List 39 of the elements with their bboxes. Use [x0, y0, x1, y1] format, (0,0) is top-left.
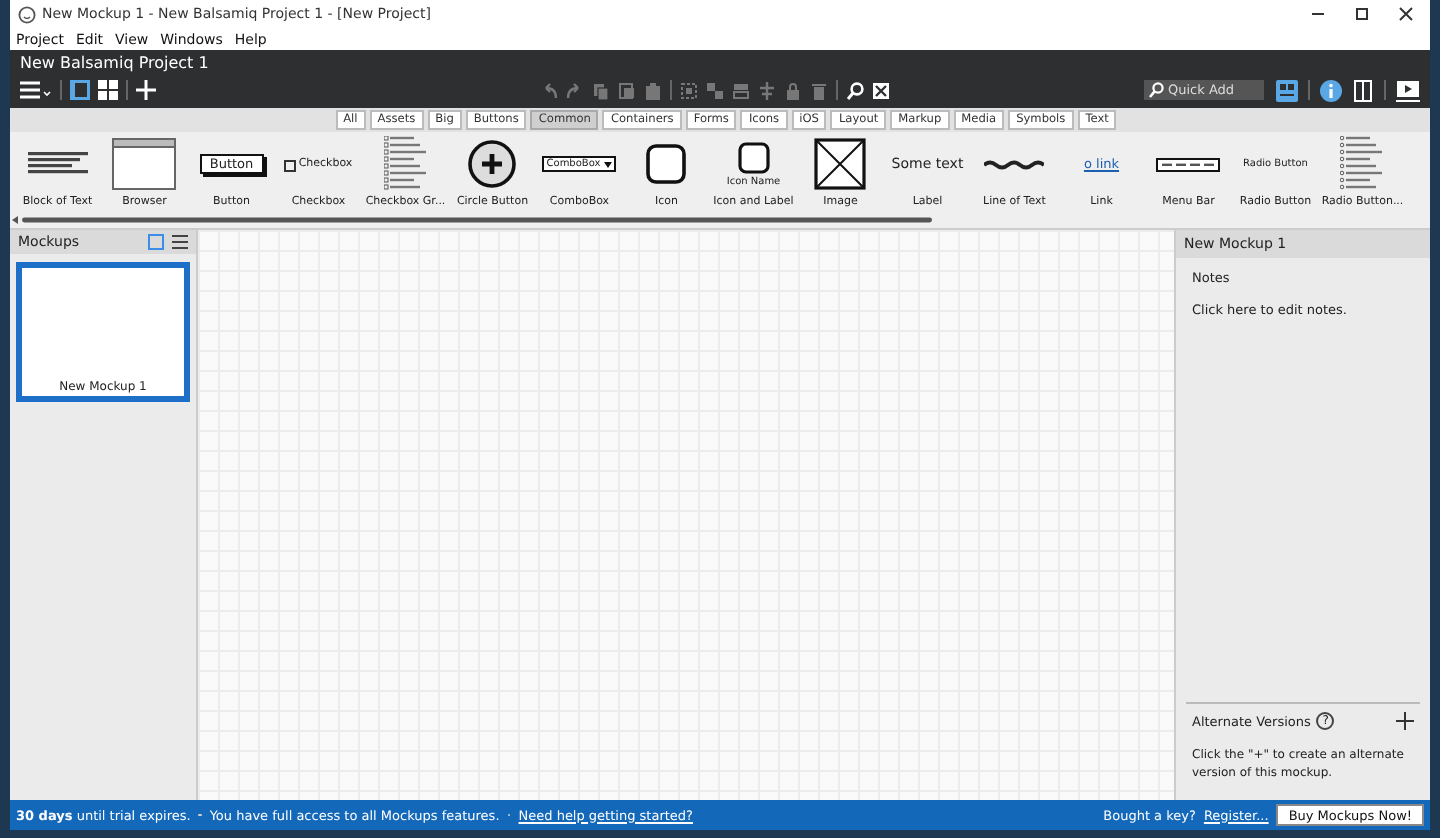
browser-window-icon: [112, 138, 177, 190]
undo-icon[interactable]: [540, 81, 558, 99]
scribble-line-icon: [984, 159, 1045, 169]
menu-bar-icon: [1156, 157, 1221, 171]
duplicate-icon[interactable]: [618, 81, 636, 99]
image-icon[interactable]: [872, 81, 890, 99]
ungroup-icon[interactable]: [706, 81, 724, 99]
text-block-icon: [27, 152, 88, 176]
redo-icon[interactable]: [566, 81, 584, 99]
copy-icon[interactable]: [592, 81, 610, 99]
scrollbar[interactable]: [12, 216, 932, 224]
present-icon[interactable]: [1396, 79, 1420, 101]
project-title: New Balsamiq Project 1: [20, 52, 211, 76]
single-pane-icon[interactable]: [70, 80, 90, 100]
thumbnail-view-icon[interactable]: [148, 234, 164, 250]
lock-icon[interactable]: [784, 81, 802, 99]
circle-plus-icon: [468, 140, 517, 188]
image-placeholder-icon: [814, 138, 867, 190]
library-icon[interactable]: [1276, 79, 1298, 101]
app-logo-icon: [18, 5, 36, 23]
trash-icon[interactable]: [810, 81, 828, 99]
radio-list-icon: [1340, 136, 1385, 192]
checkbox-list-icon: [383, 136, 428, 192]
notes-icon[interactable]: [1352, 79, 1374, 101]
rounded-square-icon: [737, 141, 770, 173]
info-icon[interactable]: [1320, 79, 1342, 101]
group-icon[interactable]: [680, 81, 698, 99]
maximize-icon[interactable]: [1354, 6, 1370, 22]
close-icon[interactable]: [1398, 6, 1414, 22]
add-icon[interactable]: [1396, 712, 1414, 730]
search-icon: [1148, 82, 1164, 98]
list-view-icon[interactable]: [172, 234, 188, 250]
menu-icon[interactable]: [20, 80, 52, 100]
arrange-icon[interactable]: [732, 81, 750, 99]
paste-icon[interactable]: [644, 81, 662, 99]
align-icon[interactable]: [758, 81, 776, 99]
search-icon[interactable]: [846, 81, 864, 99]
rounded-square-icon: [646, 144, 687, 184]
grid-icon[interactable]: [98, 80, 118, 100]
